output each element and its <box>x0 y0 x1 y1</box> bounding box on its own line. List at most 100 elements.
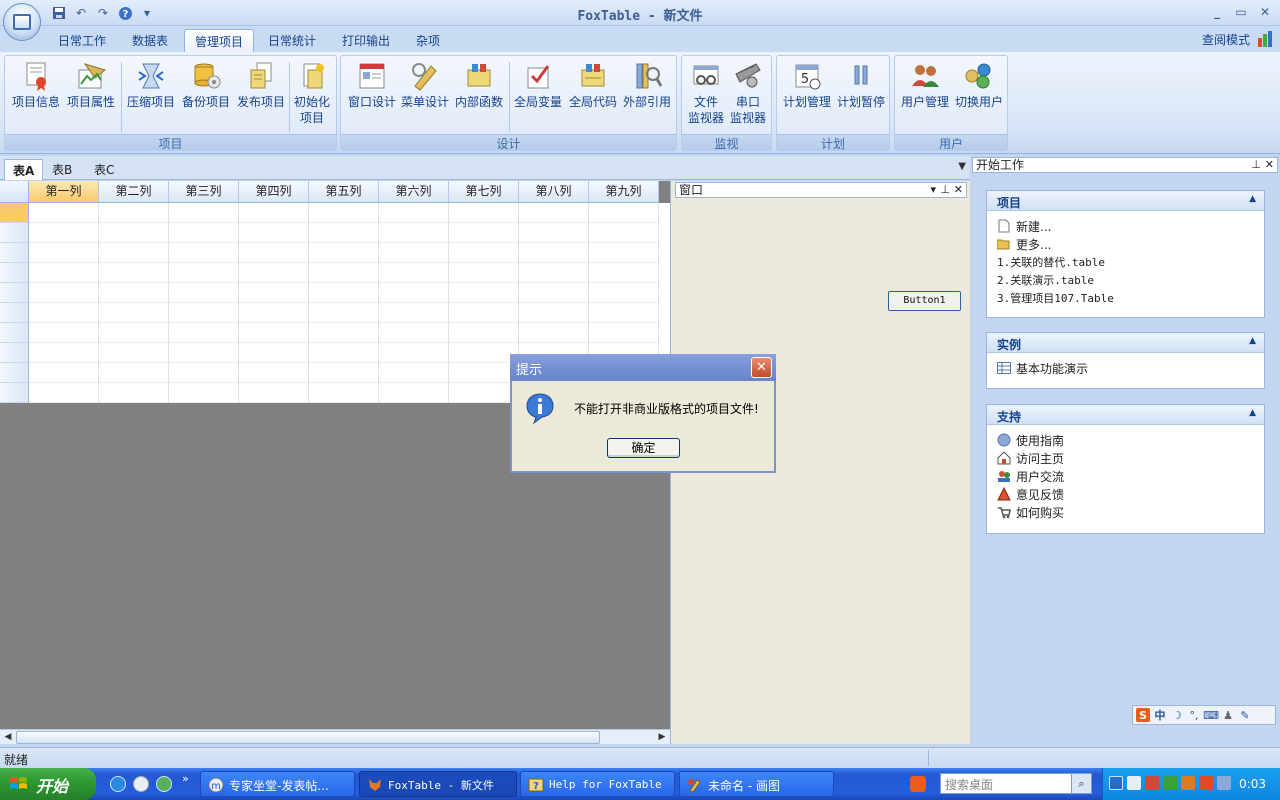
table-cell[interactable] <box>29 263 99 283</box>
table-cell[interactable] <box>29 223 99 243</box>
punctuation-icon[interactable]: °, <box>1187 708 1201 722</box>
table-cell[interactable] <box>99 283 169 303</box>
project-card-title[interactable]: 项目 ▲ <box>987 191 1264 211</box>
table-cell[interactable] <box>29 243 99 263</box>
tab-data-table[interactable]: 数据表 <box>122 29 178 52</box>
tray-app-icon[interactable] <box>1199 776 1213 790</box>
table-cell[interactable] <box>519 323 589 343</box>
table-cell[interactable] <box>239 263 309 283</box>
table-cell[interactable] <box>169 363 239 383</box>
global-variable-button[interactable]: 全局变量 <box>510 60 566 110</box>
support-card-title[interactable]: 支持 ▲ <box>987 405 1264 425</box>
column-header[interactable]: 第一列 <box>29 181 99 203</box>
table-cell[interactable] <box>99 223 169 243</box>
table-cell[interactable] <box>589 303 659 323</box>
table-cell[interactable] <box>169 263 239 283</box>
sogou-taskbar-icon[interactable] <box>910 776 926 792</box>
collapse-icon[interactable]: ▲ <box>1249 408 1256 418</box>
taskbar-item-forum[interactable]: m 专家坐堂-发表帖... <box>200 771 355 797</box>
table-cell[interactable] <box>99 303 169 323</box>
internal-function-button[interactable]: 内部函数 <box>451 60 507 110</box>
sheet-tab-c[interactable]: 表C <box>86 159 122 180</box>
table-cell[interactable] <box>239 363 309 383</box>
initialize-project-button[interactable]: 初始化 项目 <box>289 60 335 126</box>
table-cell[interactable] <box>519 263 589 283</box>
table-row[interactable] <box>0 323 670 343</box>
table-cell[interactable] <box>519 203 589 223</box>
wrench-icon[interactable]: ✎ <box>1238 708 1252 722</box>
refresh-icon[interactable] <box>156 776 172 792</box>
serial-monitor-button[interactable]: 串口 监视器 <box>726 60 770 126</box>
sheet-list-dropdown-icon[interactable]: ▼ <box>958 161 966 172</box>
table-cell[interactable] <box>239 343 309 363</box>
menu-design-button[interactable]: 菜单设计 <box>397 60 453 110</box>
row-header[interactable] <box>0 263 29 283</box>
table-cell[interactable] <box>519 243 589 263</box>
table-cell[interactable] <box>309 363 379 383</box>
table-cell[interactable] <box>379 303 449 323</box>
table-cell[interactable] <box>99 203 169 223</box>
search-icon[interactable]: ⌕ <box>1071 774 1091 793</box>
column-header[interactable]: 第七列 <box>449 181 519 203</box>
table-cell[interactable] <box>169 343 239 363</box>
column-header[interactable]: 第六列 <box>379 181 449 203</box>
table-cell[interactable] <box>99 263 169 283</box>
project-info-button[interactable]: 项目信息 <box>8 60 64 110</box>
table-cell[interactable] <box>379 243 449 263</box>
table-cell[interactable] <box>309 323 379 343</box>
examples-card-title[interactable]: 实例 ▲ <box>987 333 1264 353</box>
table-cell[interactable] <box>29 383 99 403</box>
table-cell[interactable] <box>239 303 309 323</box>
table-cell[interactable] <box>519 303 589 323</box>
table-row[interactable] <box>0 243 670 263</box>
column-header[interactable]: 第三列 <box>169 181 239 203</box>
table-cell[interactable] <box>169 283 239 303</box>
more-quicklaunch-icon[interactable]: » <box>182 772 189 785</box>
row-header[interactable] <box>0 223 29 243</box>
table-cell[interactable] <box>589 283 659 303</box>
network-icon[interactable] <box>1127 776 1141 790</box>
table-cell[interactable] <box>449 263 519 283</box>
select-all-corner[interactable] <box>0 181 29 203</box>
project-properties-button[interactable]: 项目属性 <box>63 60 119 110</box>
ok-button[interactable]: 确定 <box>607 438 680 458</box>
row-header[interactable] <box>0 363 29 383</box>
table-cell[interactable] <box>29 363 99 383</box>
column-header[interactable]: 第九列 <box>589 181 659 203</box>
plan-pause-button[interactable]: 计划暂停 <box>833 60 889 110</box>
tab-misc[interactable]: 杂项 <box>406 29 450 52</box>
table-cell[interactable] <box>239 283 309 303</box>
view-mode-icon[interactable] <box>1256 30 1274 48</box>
column-header[interactable]: 第二列 <box>99 181 169 203</box>
table-cell[interactable] <box>449 363 519 383</box>
button1[interactable]: Button1 <box>888 291 961 311</box>
volume-icon[interactable] <box>1217 776 1231 790</box>
file-monitor-button[interactable]: 文件 监视器 <box>684 60 728 126</box>
table-cell[interactable] <box>99 363 169 383</box>
table-cell[interactable] <box>169 203 239 223</box>
horizontal-scrollbar[interactable]: ◀ ▶ <box>0 729 670 744</box>
table-cell[interactable] <box>379 323 449 343</box>
scroll-thumb[interactable] <box>16 731 600 744</box>
table-cell[interactable] <box>169 303 239 323</box>
office-button[interactable] <box>3 3 41 41</box>
table-cell[interactable] <box>379 263 449 283</box>
maxthon-icon[interactable] <box>133 776 149 792</box>
global-code-button[interactable]: 全局代码 <box>565 60 621 110</box>
security-icon[interactable] <box>1145 776 1159 790</box>
table-cell[interactable] <box>589 223 659 243</box>
table-cell[interactable] <box>379 343 449 363</box>
plan-management-button[interactable]: 5 计划管理 <box>779 60 835 110</box>
table-cell[interactable] <box>309 283 379 303</box>
table-cell[interactable] <box>309 383 379 403</box>
column-header[interactable]: 第八列 <box>519 181 589 203</box>
homepage-link[interactable]: 访问主页 <box>987 449 1264 467</box>
table-cell[interactable] <box>99 383 169 403</box>
tray-expand-icon[interactable] <box>1109 776 1123 790</box>
start-button[interactable]: 开始 <box>0 768 96 800</box>
table-cell[interactable] <box>379 203 449 223</box>
sogou-icon[interactable]: S <box>1136 708 1150 722</box>
scroll-left-icon[interactable]: ◀ <box>1 731 15 744</box>
how-to-buy-link[interactable]: 如何购买 <box>987 503 1264 521</box>
tab-daily-work[interactable]: 日常工作 <box>48 29 116 52</box>
